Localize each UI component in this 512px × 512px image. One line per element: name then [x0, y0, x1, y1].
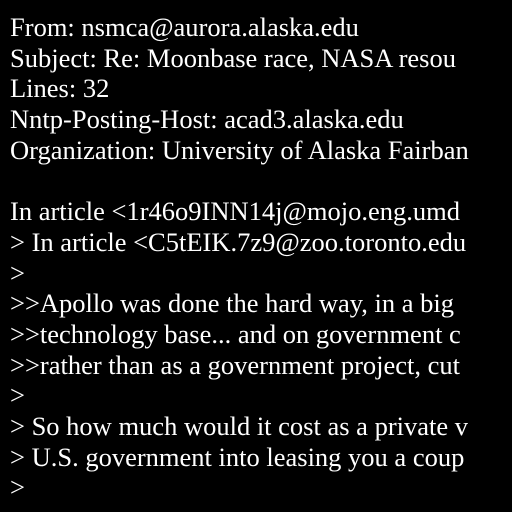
header-nntp-posting-host: Nntp-Posting-Host: acad3.alaska.edu	[10, 104, 404, 135]
quote-marker-line: >	[10, 472, 25, 503]
quote-marker-line: >	[10, 380, 25, 411]
message-text: From: nsmca@aurora.alaska.edu Subject: R…	[10, 12, 512, 503]
usenet-post-view: From: nsmca@aurora.alaska.edu Subject: R…	[0, 0, 512, 512]
attribution-line: In article <1r46o9INN14j@mojo.eng.umd	[10, 196, 461, 227]
quoted-line: > U.S. government into leasing you a cou…	[10, 441, 465, 472]
double-quoted-line: >>rather than as a government project, c…	[10, 349, 461, 380]
quoted-line: > So how much would it cost as a private…	[10, 410, 469, 441]
header-from: From: nsmca@aurora.alaska.edu	[10, 12, 359, 42]
header-lines: Lines: 32	[10, 73, 110, 104]
double-quoted-line: >>technology base... and on government c	[10, 318, 461, 349]
double-quoted-line: >>Apollo was done the hard way, in a big	[10, 288, 454, 319]
quote-marker-line: >	[10, 257, 25, 288]
header-organization: Organization: University of Alaska Fairb…	[10, 134, 469, 165]
header-subject: Subject: Re: Moonbase race, NASA resou	[10, 42, 456, 73]
quoted-attribution-line: > In article <C5tEIK.7z9@zoo.toronto.edu	[10, 226, 467, 257]
